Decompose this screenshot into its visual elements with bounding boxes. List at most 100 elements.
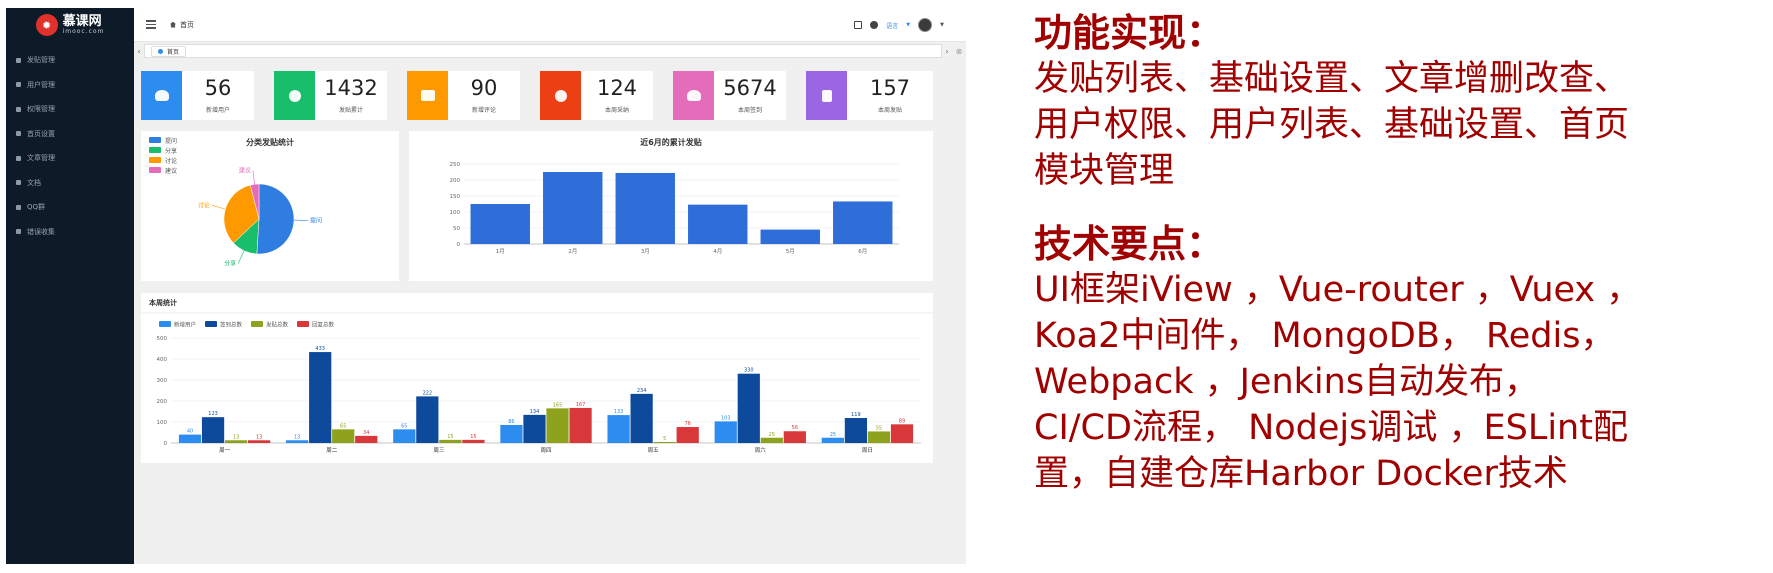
chevron-left-icon[interactable]: ‹ xyxy=(134,47,144,56)
stat-value: 56 xyxy=(204,75,232,100)
stat-value: 124 xyxy=(596,75,638,100)
x-tick-label: 6月 xyxy=(858,248,867,255)
legend-label: 分享 xyxy=(165,147,177,155)
bar xyxy=(653,441,676,443)
x-tick-label: 2月 xyxy=(568,248,577,255)
sidebar-item-label: 文章管理 xyxy=(27,154,55,163)
tech-line: CI/CD流程， Nodejs调试 ，ESLint配 xyxy=(1034,408,1628,448)
bar xyxy=(676,427,699,443)
comment-icon xyxy=(420,90,435,101)
bar xyxy=(833,201,893,244)
bar xyxy=(607,415,630,443)
pie-chart: 分类发贴统计提问分享讨论建议提问分享讨论建议 xyxy=(149,137,322,267)
chart-title: 分类发贴统计 xyxy=(246,137,294,147)
stat-value: 1432 xyxy=(324,75,378,100)
sidebar-item-users[interactable]: 用户管理 xyxy=(6,73,134,98)
stat-icon-box xyxy=(673,71,714,120)
data-label: 165 xyxy=(553,402,563,408)
data-label: 5 xyxy=(663,436,666,442)
legend-swatch xyxy=(159,321,171,327)
data-label: 76 xyxy=(685,421,691,427)
features-line: 用户权限、用户列表、基础设置、首页 xyxy=(1034,105,1630,145)
y-tick-label: 50 xyxy=(453,226,460,232)
fullscreen-icon[interactable] xyxy=(854,21,863,29)
y-tick-label: 200 xyxy=(157,399,168,405)
tech-line: Koa2中间件， MongoDB， Redis， xyxy=(1034,316,1616,356)
bar xyxy=(201,417,225,443)
slice-label: 提问 xyxy=(310,217,322,225)
legend-label: 建议 xyxy=(165,167,177,175)
chevron-down-icon[interactable]: ▼ xyxy=(940,22,944,28)
pie-chart-panel: 分类发贴统计 提问 分享 讨论 建议 提问 分享 讨论 建议 xyxy=(141,131,399,281)
stat-label: 新增用户 xyxy=(205,106,230,114)
legend-label: 提问 xyxy=(165,137,177,145)
bar xyxy=(688,204,748,244)
data-label: 86 xyxy=(508,419,514,425)
y-tick-label: 500 xyxy=(157,336,168,342)
bar xyxy=(844,418,868,443)
stat-card-total-posts: 1432 发贴累计 xyxy=(274,71,387,120)
x-tick-label: 周一 xyxy=(219,447,231,454)
qq-icon xyxy=(16,204,21,210)
legend-label: 回复总数 xyxy=(312,321,335,329)
chevron-right-icon[interactable]: › xyxy=(942,47,952,56)
data-label: 167 xyxy=(576,402,586,408)
y-tick-label: 200 xyxy=(450,178,461,184)
stat-icon-box xyxy=(274,71,315,120)
tech-line: 置，自建仓库Harbor Docker技术 xyxy=(1034,454,1568,494)
sidebar-item-qq-group[interactable]: QQ群 xyxy=(6,195,134,220)
sidebar-item-home-settings[interactable]: 首页设置 xyxy=(6,122,134,147)
bar xyxy=(760,437,783,443)
sidebar-item-docs[interactable]: 文档 xyxy=(6,171,134,196)
sidebar-item-label: 错误收集 xyxy=(27,227,55,236)
menu-toggle-icon[interactable] xyxy=(146,20,156,29)
user-add-icon xyxy=(154,90,169,101)
logo-text: 慕课网 xyxy=(62,14,102,29)
data-label: 119 xyxy=(851,412,861,418)
language-select[interactable]: 语言 xyxy=(886,21,898,30)
breadcrumb-home[interactable]: 首页 xyxy=(180,20,194,30)
sidebar-item-posts[interactable]: 发贴管理 xyxy=(6,48,134,73)
data-label: 134 xyxy=(530,409,540,415)
tab-label: 首页 xyxy=(167,48,180,56)
close-circle-icon[interactable]: ⊗ xyxy=(952,47,966,56)
error-log-icon[interactable] xyxy=(870,21,879,29)
sidebar-item-articles[interactable]: 文章管理 xyxy=(6,146,134,171)
avatar[interactable] xyxy=(918,18,933,32)
logo[interactable]: ✹ 慕课网 imooc.com xyxy=(6,8,134,42)
sidebar-item-label: 首页设置 xyxy=(27,129,55,138)
bar xyxy=(393,429,416,443)
chart-title: 近6月的累计发贴 xyxy=(640,137,702,147)
sidebar-item-errors[interactable]: 错误收集 xyxy=(6,220,134,245)
x-tick-label: 周日 xyxy=(862,447,873,454)
bar xyxy=(543,172,603,244)
y-tick-label: 0 xyxy=(164,441,168,447)
legend-label: 新增用户 xyxy=(174,321,196,329)
sidebar-item-permissions[interactable]: 权限管理 xyxy=(6,97,134,122)
slice-label: 建议 xyxy=(239,166,251,174)
bar xyxy=(867,431,891,443)
y-tick-label: 150 xyxy=(450,194,461,200)
stat-label: 发贴累计 xyxy=(338,106,363,114)
data-label: 133 xyxy=(614,409,624,415)
bar xyxy=(737,373,760,443)
features-line: 模块管理 xyxy=(1034,151,1175,191)
chevron-down-icon[interactable]: ▼ xyxy=(906,22,910,28)
slice-label: 讨论 xyxy=(198,201,210,209)
data-label: 433 xyxy=(315,346,325,352)
legend-swatch xyxy=(297,321,309,327)
tags-track: 首页 xyxy=(144,44,942,58)
stat-label: 本周采纳 xyxy=(604,106,629,114)
data-label: 15 xyxy=(447,434,453,440)
data-label: 25 xyxy=(769,432,775,438)
tab-home[interactable]: 首页 xyxy=(151,45,187,57)
admin-screenshot: ✹ 慕课网 imooc.com 发贴管理 用户管理 权限管理 首页设置 文章管理… xyxy=(6,8,966,564)
bar xyxy=(615,172,675,244)
bar xyxy=(569,407,592,443)
x-tick-label: 周三 xyxy=(433,447,445,454)
y-tick-label: 100 xyxy=(450,210,461,216)
data-label: 13 xyxy=(294,434,300,440)
stat-card-weekly-posts: 157 本周发贴 xyxy=(806,71,933,120)
bar xyxy=(462,439,485,443)
sidebar: ✹ 慕课网 imooc.com 发贴管理 用户管理 权限管理 首页设置 文章管理… xyxy=(6,8,134,564)
